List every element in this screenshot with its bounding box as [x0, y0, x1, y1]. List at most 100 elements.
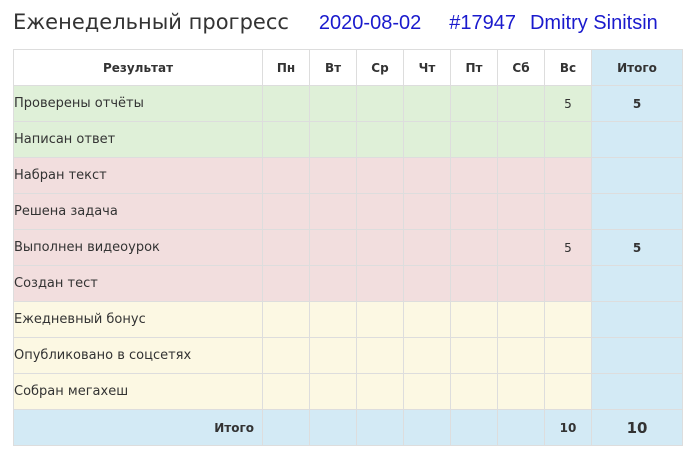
day-cell — [450, 301, 498, 338]
day-cell: 5 — [544, 85, 592, 122]
day-cell — [309, 157, 357, 194]
day-cell — [262, 337, 310, 374]
row-label: Написан ответ — [13, 121, 263, 158]
day-cell — [309, 265, 357, 302]
totals-cell — [309, 409, 357, 446]
column-header-wed: Ср — [356, 49, 404, 86]
day-cell — [497, 301, 545, 338]
day-cell — [497, 373, 545, 410]
row-total — [591, 373, 683, 410]
day-cell — [497, 157, 545, 194]
day-cell — [309, 85, 357, 122]
day-cell — [450, 121, 498, 158]
row-label: Выполнен видеоурок — [13, 229, 263, 266]
day-cell — [544, 193, 592, 230]
row-label: Создан тест — [13, 265, 263, 302]
totals-row: Итого 10 10 — [13, 409, 683, 446]
day-cell — [262, 121, 310, 158]
totals-label: Итого — [13, 409, 263, 446]
column-header-result: Результат — [13, 49, 263, 86]
table-row: Собран мегахеш — [13, 373, 683, 410]
table-row: Опубликовано в соцсетях — [13, 337, 683, 374]
day-cell — [544, 337, 592, 374]
day-cell — [309, 229, 357, 266]
day-cell — [262, 193, 310, 230]
day-cell — [309, 121, 357, 158]
day-cell — [262, 157, 310, 194]
day-cell — [403, 229, 451, 266]
day-cell — [544, 373, 592, 410]
table-row: Решена задача — [13, 193, 683, 230]
day-cell — [450, 265, 498, 302]
day-cell — [356, 193, 404, 230]
user-id: #17947 — [449, 12, 516, 34]
day-cell — [356, 121, 404, 158]
user-name: Dmitry Sinitsin — [529, 12, 658, 34]
column-header-fri: Пт — [450, 49, 498, 86]
day-cell — [450, 337, 498, 374]
grand-total: 10 — [591, 409, 683, 446]
day-cell — [356, 373, 404, 410]
table-header-row: Результат Пн Вт Ср Чт Пт Сб Вс Итого — [13, 49, 683, 86]
day-cell — [403, 193, 451, 230]
row-total — [591, 265, 683, 302]
column-header-mon: Пн — [262, 49, 310, 86]
column-header-sat: Сб — [497, 49, 545, 86]
table-row: Набран текст — [13, 157, 683, 194]
table-row: Создан тест — [13, 265, 683, 302]
day-cell — [544, 301, 592, 338]
page-header: Еженедельный прогресс 2020-08-02 #17947 … — [13, 10, 658, 44]
row-label: Решена задача — [13, 193, 263, 230]
weekly-progress-table: Результат Пн Вт Ср Чт Пт Сб Вс Итого Про… — [13, 49, 683, 446]
row-total: 5 — [591, 85, 683, 122]
day-cell — [356, 157, 404, 194]
totals-cell — [356, 409, 404, 446]
day-cell — [403, 373, 451, 410]
day-cell — [356, 229, 404, 266]
day-cell — [262, 265, 310, 302]
day-cell — [262, 85, 310, 122]
totals-cell — [497, 409, 545, 446]
day-cell — [450, 193, 498, 230]
day-cell — [497, 121, 545, 158]
day-cell — [309, 301, 357, 338]
report-date: 2020-08-02 — [318, 12, 422, 34]
day-cell — [403, 157, 451, 194]
row-total — [591, 121, 683, 158]
day-cell — [544, 265, 592, 302]
day-cell — [544, 157, 592, 194]
table-row: Написан ответ — [13, 121, 683, 158]
day-cell — [497, 265, 545, 302]
day-cell — [356, 337, 404, 374]
column-header-thu: Чт — [403, 49, 451, 86]
day-cell — [450, 373, 498, 410]
row-label: Ежедневный бонус — [13, 301, 263, 338]
table-row: Выполнен видеоурок 5 5 — [13, 229, 683, 266]
row-total: 5 — [591, 229, 683, 266]
day-cell — [403, 85, 451, 122]
day-cell — [450, 157, 498, 194]
day-cell — [309, 193, 357, 230]
day-cell — [497, 337, 545, 374]
totals-cell — [450, 409, 498, 446]
row-total — [591, 301, 683, 338]
day-cell — [356, 265, 404, 302]
column-header-total: Итого — [591, 49, 683, 86]
day-cell — [356, 85, 404, 122]
row-total — [591, 337, 683, 374]
totals-cell — [403, 409, 451, 446]
day-cell — [403, 337, 451, 374]
row-label: Опубликовано в соцсетях — [13, 337, 263, 374]
row-label: Проверены отчёты — [13, 85, 263, 122]
day-cell: 5 — [544, 229, 592, 266]
row-total — [591, 157, 683, 194]
day-cell — [450, 85, 498, 122]
day-cell — [262, 301, 310, 338]
totals-cell: 10 — [544, 409, 592, 446]
day-cell — [497, 229, 545, 266]
table-row: Проверены отчёты 5 5 — [13, 85, 683, 122]
row-label: Набран текст — [13, 157, 263, 194]
column-header-sun: Вс — [544, 49, 592, 86]
day-cell — [356, 301, 404, 338]
day-cell — [403, 121, 451, 158]
